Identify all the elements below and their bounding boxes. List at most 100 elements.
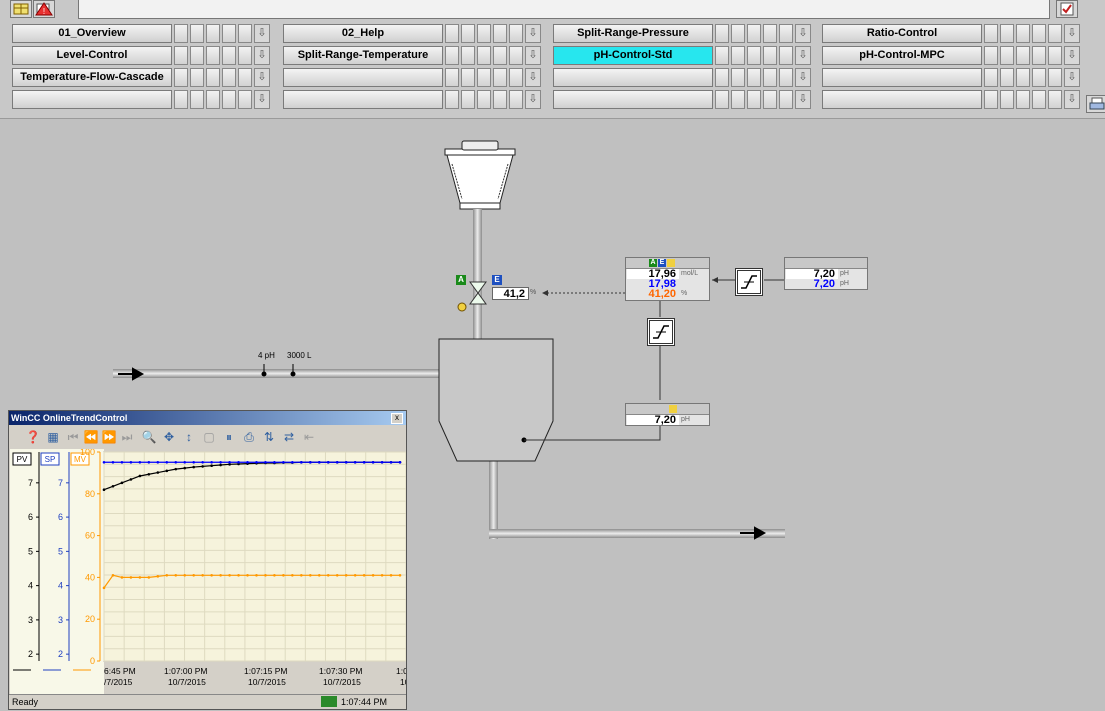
alarm-indicator-slot[interactable] [763,24,777,43]
alarm-indicator-slot[interactable] [238,90,252,109]
nav-button[interactable] [283,68,443,87]
nav-button[interactable] [553,90,713,109]
alarm-indicator-slot[interactable] [461,24,475,43]
alarm-indicator-slot[interactable] [461,46,475,65]
alarm-indicator-slot[interactable] [1032,24,1046,43]
ruler-icon[interactable]: ⇅ [261,429,277,445]
alarm-indicator-slot[interactable] [763,90,777,109]
alarm-indicator-slot[interactable] [206,24,220,43]
nav-button[interactable] [822,68,982,87]
config-dialog-icon[interactable]: ▦ [45,429,61,445]
alarm-indicator-slot[interactable] [1000,46,1014,65]
nav-button[interactable]: pH-Control-MPC [822,46,982,65]
expand-arrow-icon[interactable]: ⇩ [1064,90,1080,109]
nav-button[interactable]: 02_Help [283,24,443,43]
alarm-indicator-slot[interactable] [715,24,729,43]
alarm-indicator-slot[interactable] [1000,90,1014,109]
ratio-function-block[interactable] [735,268,763,296]
previous-data-record-icon[interactable]: ⏪ [83,429,99,445]
alarm-indicator-slot[interactable] [731,68,745,87]
ph-measurement-faceplate[interactable]: 7,20 pH [625,403,710,426]
alarm-indicator-slot[interactable] [1048,24,1062,43]
alarm-indicator-slot[interactable] [238,68,252,87]
alarm-indicator-slot[interactable] [763,46,777,65]
expand-arrow-icon[interactable]: ⇩ [795,68,811,87]
alarm-indicator-slot[interactable] [1016,24,1030,43]
alarm-indicator-slot[interactable] [1016,90,1030,109]
expand-arrow-icon[interactable]: ⇩ [525,46,541,65]
alarm-indicator-slot[interactable] [1048,90,1062,109]
alarm-indicator-slot[interactable] [1016,68,1030,87]
alarm-indicator-slot[interactable] [779,90,793,109]
alarm-indicator-slot[interactable] [779,46,793,65]
alarm-indicator-slot[interactable] [1032,90,1046,109]
alarm-indicator-slot[interactable] [715,90,729,109]
first-data-record-icon[interactable]: ⏮ [65,429,81,445]
alarm-indicator-slot[interactable] [509,46,523,65]
checklist-icon[interactable] [1056,0,1078,18]
alarm-indicator-slot[interactable] [445,90,459,109]
alarm-indicator-slot[interactable] [731,46,745,65]
alarm-indicator-slot[interactable] [509,90,523,109]
alarm-indicator-slot[interactable] [747,46,761,65]
alarm-indicator-slot[interactable] [477,46,491,65]
alarm-indicator-slot[interactable] [174,46,188,65]
alarm-indicator-slot[interactable] [445,24,459,43]
print-icon-trend[interactable]: ⎙ [241,429,257,445]
alarm-indicator-slot[interactable] [445,46,459,65]
expand-arrow-icon[interactable]: ⇩ [1064,68,1080,87]
alarm-indicator-slot[interactable] [715,68,729,87]
alarm-indicator-slot[interactable] [1048,68,1062,87]
alarm-indicator-slot[interactable] [1032,46,1046,65]
alarm-indicator-slot[interactable] [238,24,252,43]
nav-button[interactable]: pH-Control-Std [553,46,713,65]
alarm-indicator-slot[interactable] [477,90,491,109]
expand-arrow-icon[interactable]: ⇩ [254,46,270,65]
alarm-indicator-slot[interactable] [1000,68,1014,87]
nav-button[interactable] [283,90,443,109]
help-icon[interactable]: ❓ [25,429,41,445]
nav-button[interactable]: Split-Range-Pressure [553,24,713,43]
alarm-indicator-slot[interactable] [1000,24,1014,43]
nav-button[interactable] [822,90,982,109]
dosing-valve[interactable] [469,281,487,305]
expand-arrow-icon[interactable]: ⇩ [254,24,270,43]
alarm-indicator-slot[interactable] [222,68,236,87]
pid-controller-faceplate[interactable]: A E 17,96 mol/L 17,98 41,20 % [625,257,710,301]
alarm-indicator-slot[interactable] [190,90,204,109]
alarm-indicator-slot[interactable] [984,90,998,109]
nav-button[interactable]: Temperature-Flow-Cascade [12,68,172,87]
expand-arrow-icon[interactable]: ⇩ [795,46,811,65]
alarm-indicator-slot[interactable] [206,90,220,109]
alarm-indicator-slot[interactable] [747,24,761,43]
expand-arrow-icon[interactable]: ⇩ [525,68,541,87]
alarm-indicator-slot[interactable] [731,90,745,109]
expand-arrow-icon[interactable]: ⇩ [254,68,270,87]
stop-icon[interactable]: ⏸ [221,429,237,445]
alarm-indicator-slot[interactable] [493,46,507,65]
expand-arrow-icon[interactable]: ⇩ [795,90,811,109]
original-view-icon[interactable]: ▢ [201,429,217,445]
alarm-indicator-slot[interactable] [222,90,236,109]
alarm-indicator-slot[interactable] [984,24,998,43]
alarm-indicator-slot[interactable] [779,68,793,87]
nav-button[interactable]: Level-Control [12,46,172,65]
alarm-indicator-slot[interactable] [1048,46,1062,65]
alarm-indicator-slot[interactable] [206,68,220,87]
characteristic-function-block[interactable] [647,318,675,346]
expand-arrow-icon[interactable]: ⇩ [254,90,270,109]
alarm-indicator-slot[interactable] [174,24,188,43]
alarm-indicator-slot[interactable] [1016,46,1030,65]
alarm-indicator-slot[interactable] [493,90,507,109]
nav-button[interactable]: Ratio-Control [822,24,982,43]
alarm-indicator-slot[interactable] [747,90,761,109]
expand-arrow-icon[interactable]: ⇩ [525,24,541,43]
alarm-indicator-slot[interactable] [731,24,745,43]
table-icon[interactable] [10,0,32,18]
ph-setpoint-faceplate[interactable]: 7,20 pH 7,20 pH [784,257,868,290]
nav-button[interactable]: Split-Range-Temperature [283,46,443,65]
alarm-indicator-slot[interactable] [509,68,523,87]
alarm-indicator-slot[interactable] [238,46,252,65]
alarm-indicator-slot[interactable] [747,68,761,87]
alarm-indicator-slot[interactable] [493,24,507,43]
